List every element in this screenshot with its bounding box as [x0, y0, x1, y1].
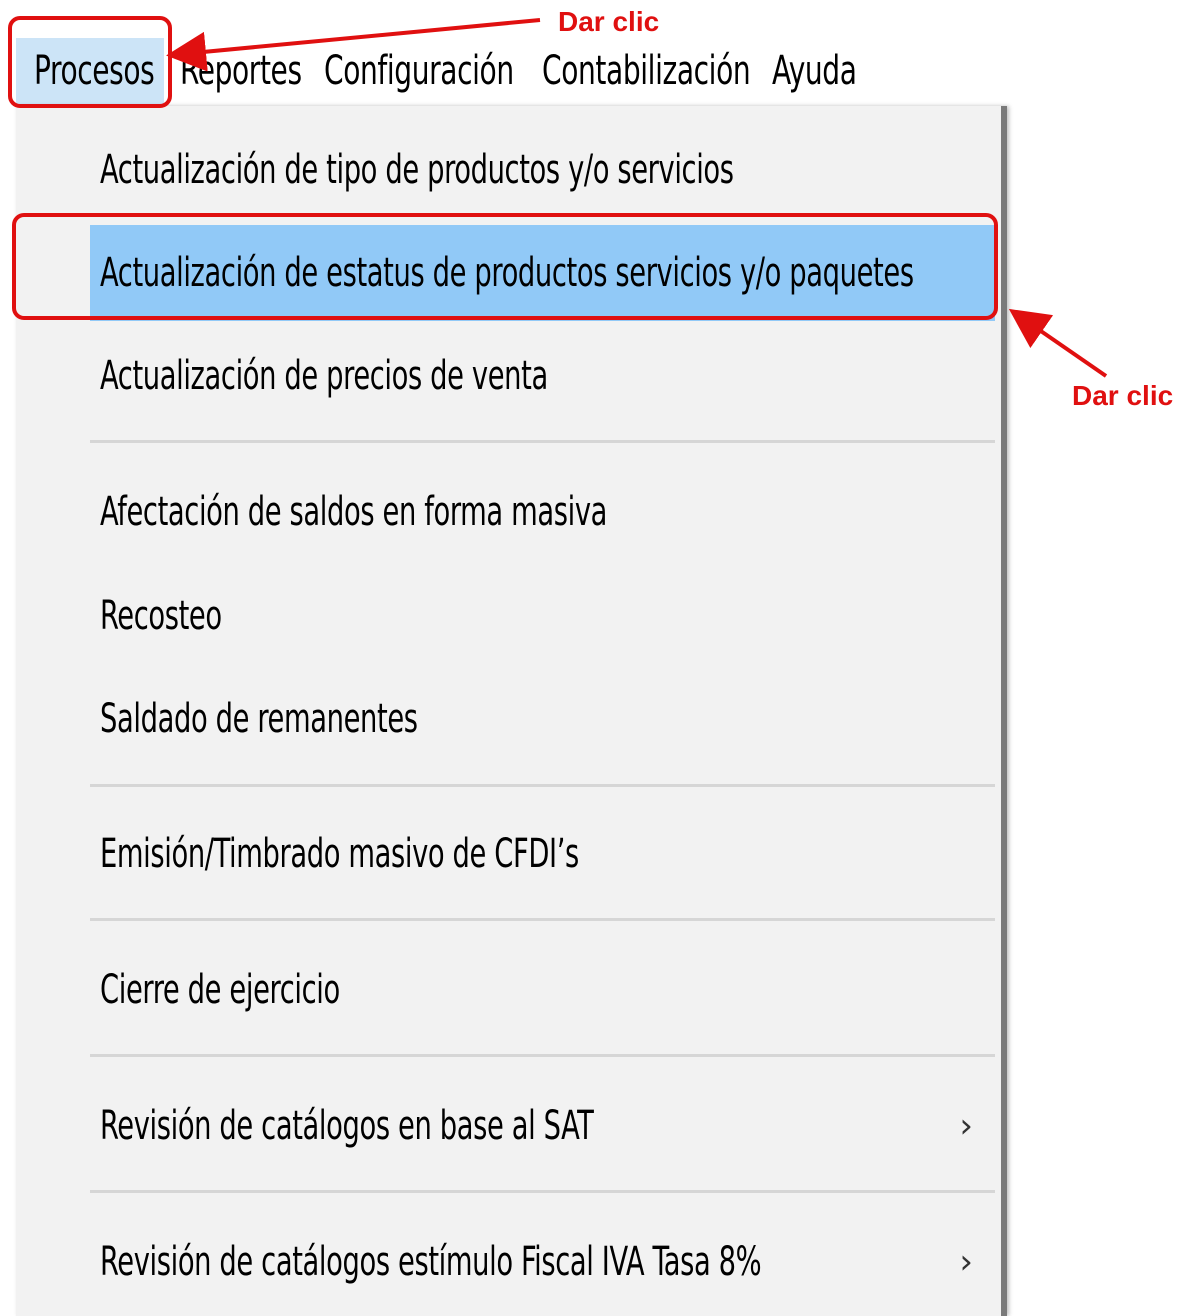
- menu-item-label: Afectación de saldos en forma masiva: [100, 489, 608, 535]
- menu-reportes[interactable]: Reportes: [180, 36, 302, 106]
- menu-contabilizacion[interactable]: Contabilización: [542, 36, 751, 106]
- annotation-box-estatus-item: [12, 213, 998, 320]
- menu-ayuda[interactable]: Ayuda: [772, 36, 857, 106]
- annotation-text-side: Dar clic: [1072, 380, 1174, 411]
- chevron-right-icon: ›: [959, 1242, 973, 1282]
- menu-item-revision-catalogos-sat[interactable]: Revisión de catálogos en base al SAT ›: [90, 1078, 995, 1174]
- menu-item-afectacion-saldos[interactable]: Afectación de saldos en forma masiva: [90, 464, 995, 560]
- menu-item-actualizacion-tipo[interactable]: Actualización de tipo de productos y/o s…: [90, 122, 995, 218]
- menu-item-label: Revisión de catálogos en base al SAT: [100, 1103, 594, 1149]
- menu-separator: [90, 918, 995, 921]
- menu-item-label: Actualización de tipo de productos y/o s…: [100, 147, 734, 193]
- annotation-text-top: Dar clic: [558, 6, 660, 37]
- menu-separator: [90, 1054, 995, 1057]
- menu-separator: [90, 1190, 995, 1193]
- menu-item-emision-timbrado[interactable]: Emisión/Timbrado masivo de CFDI’s: [90, 806, 995, 902]
- menu-item-label: Recosteo: [100, 593, 222, 639]
- menu-item-actualizacion-precios[interactable]: Actualización de precios de venta: [90, 328, 995, 424]
- menu-item-cierre-ejercicio[interactable]: Cierre de ejercicio: [90, 942, 995, 1038]
- chevron-right-icon: ›: [959, 1106, 973, 1146]
- menu-configuracion[interactable]: Configuración: [324, 36, 514, 106]
- menu-item-label: Actualización de precios de venta: [100, 353, 548, 399]
- menu-item-saldado-remanentes[interactable]: Saldado de remanentes: [90, 671, 995, 767]
- arrow-to-estatus-item: [1008, 308, 1108, 378]
- menu-item-label: Emisión/Timbrado masivo de CFDI’s: [100, 831, 579, 877]
- menu-item-revision-catalogos-iva8[interactable]: Revisión de catálogos estímulo Fiscal IV…: [90, 1214, 995, 1310]
- menu-item-recosteo[interactable]: Recosteo: [90, 568, 995, 664]
- menu-item-label: Cierre de ejercicio: [100, 967, 340, 1013]
- menu-item-label: Revisión de catálogos estímulo Fiscal IV…: [100, 1239, 762, 1285]
- menu-separator: [90, 440, 995, 443]
- annotation-box-procesos: [8, 16, 172, 108]
- menu-separator: [90, 784, 995, 787]
- menu-item-label: Saldado de remanentes: [100, 696, 418, 742]
